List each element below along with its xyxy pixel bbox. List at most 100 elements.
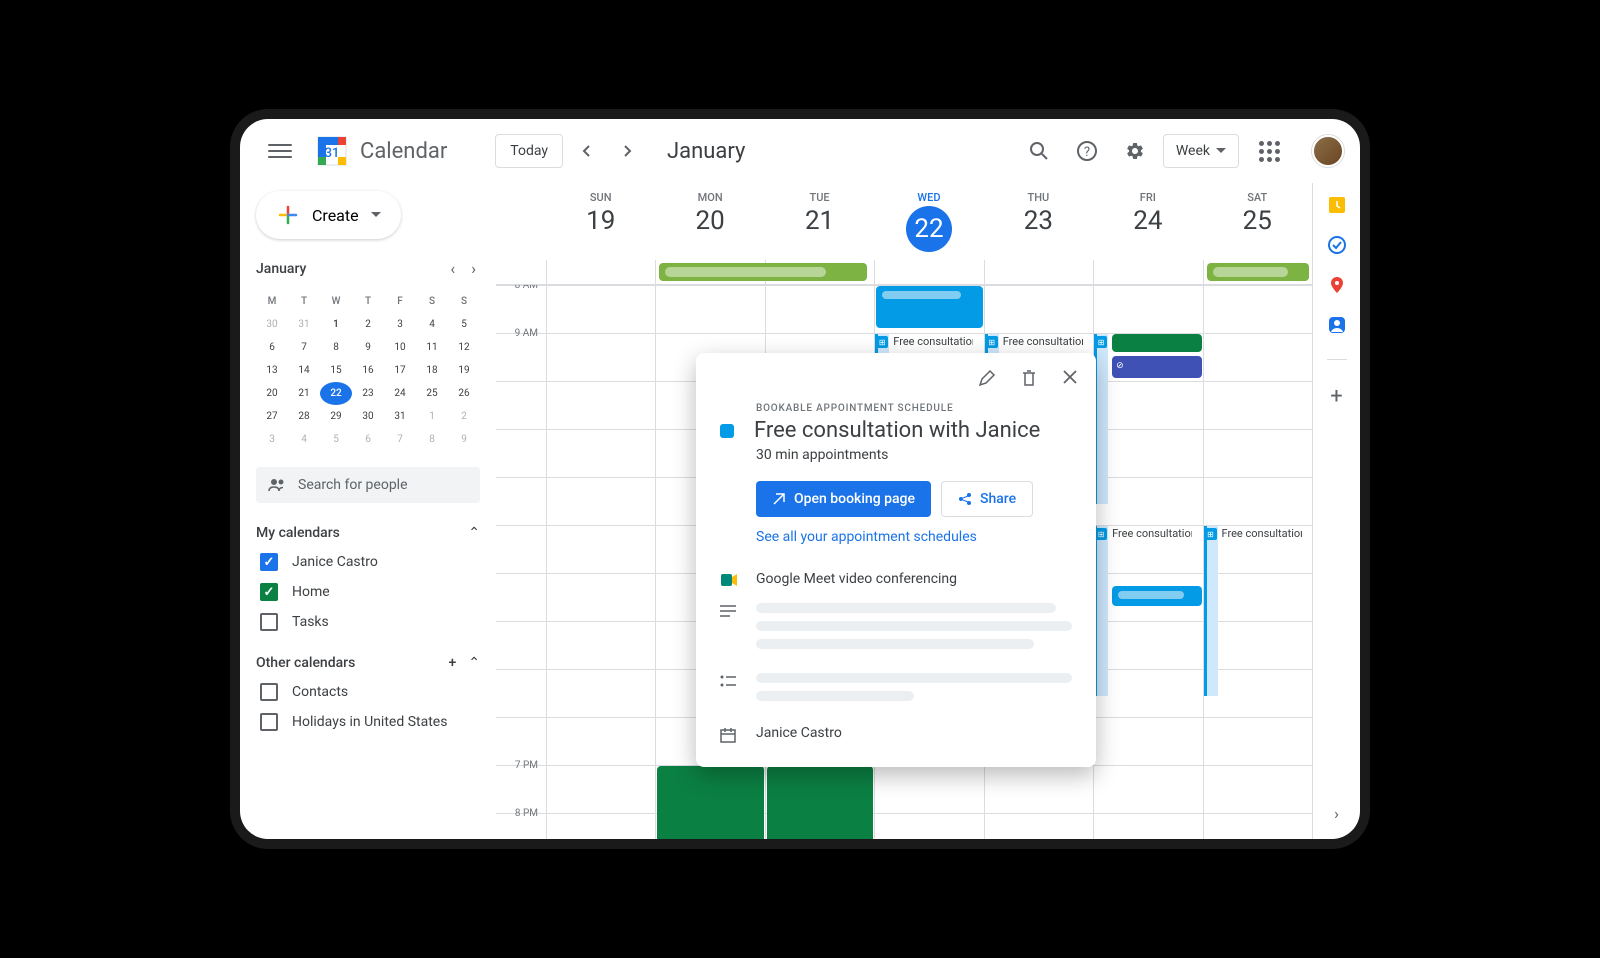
help-icon[interactable]: ? (1067, 131, 1107, 171)
mini-day[interactable]: 25 (416, 382, 448, 405)
mini-day[interactable]: 6 (352, 428, 384, 451)
share-button[interactable]: Share (941, 481, 1033, 517)
other-calendars-toggle[interactable]: Other calendars+⌃ (256, 649, 480, 677)
mini-day[interactable]: 1 (416, 405, 448, 428)
mini-day[interactable]: 5 (448, 313, 480, 336)
mini-day[interactable]: 31 (288, 313, 320, 336)
allday-event[interactable] (659, 263, 867, 281)
mini-day[interactable]: 12 (448, 336, 480, 359)
settings-icon[interactable] (1115, 131, 1155, 171)
mini-day[interactable]: 10 (384, 336, 416, 359)
mini-day[interactable]: 30 (352, 405, 384, 428)
day-header[interactable]: SAT25 (1203, 183, 1312, 260)
next-week-button[interactable] (611, 135, 643, 167)
add-calendar-icon[interactable]: + (448, 655, 456, 671)
user-avatar[interactable] (1312, 135, 1344, 167)
mini-day[interactable]: 16 (352, 359, 384, 382)
checkbox[interactable] (260, 583, 278, 601)
day-header[interactable]: TUE21 (765, 183, 874, 260)
mini-day[interactable]: 8 (320, 336, 352, 359)
today-button[interactable]: Today (495, 134, 563, 168)
see-all-schedules-link[interactable]: See all your appointment schedules (756, 529, 1072, 545)
prev-week-button[interactable] (571, 135, 603, 167)
mini-day[interactable]: 4 (288, 428, 320, 451)
calendar-event[interactable]: ⊘ (1112, 356, 1201, 378)
mini-day[interactable]: 15 (320, 359, 352, 382)
mini-day[interactable]: 8 (416, 428, 448, 451)
mini-day[interactable]: 4 (416, 313, 448, 336)
day-header[interactable]: FRI24 (1093, 183, 1202, 260)
mini-day[interactable]: 31 (384, 405, 416, 428)
calendar-item[interactable]: Contacts (256, 677, 480, 707)
chevron-up-icon: ⌃ (468, 655, 480, 671)
delete-icon[interactable] (1014, 363, 1044, 393)
calendar-item[interactable]: Janice Castro (256, 547, 480, 577)
day-headers: SUN19MON20TUE21WED22THU23FRI24SAT25 (496, 183, 1312, 260)
view-selector[interactable]: Week (1163, 134, 1239, 168)
calendar-item[interactable]: Holidays in United States (256, 707, 480, 737)
appointment-icon: ⊞ (876, 336, 888, 348)
mini-day[interactable]: 27 (256, 405, 288, 428)
checkbox[interactable] (260, 613, 278, 631)
mini-calendar[interactable]: MTWTFSS303112345678910111213141516171819… (256, 290, 480, 451)
checkbox[interactable] (260, 713, 278, 731)
mini-prev-icon[interactable]: ‹ (446, 255, 459, 282)
day-header[interactable]: THU23 (984, 183, 1093, 260)
create-button[interactable]: Create (256, 191, 401, 239)
mini-day[interactable]: 5 (320, 428, 352, 451)
mini-day[interactable]: 20 (256, 382, 288, 405)
checkbox[interactable] (260, 553, 278, 571)
mini-day[interactable]: 9 (448, 428, 480, 451)
calendar-item[interactable]: Tasks (256, 607, 480, 637)
mini-day[interactable]: 3 (256, 428, 288, 451)
open-booking-button[interactable]: Open booking page (756, 481, 931, 517)
mini-day[interactable]: 29 (320, 405, 352, 428)
mini-day[interactable]: 26 (448, 382, 480, 405)
day-header[interactable]: SUN19 (546, 183, 655, 260)
mini-day[interactable]: 23 (352, 382, 384, 405)
maps-icon[interactable] (1327, 275, 1347, 295)
checkbox[interactable] (260, 683, 278, 701)
add-addon-icon[interactable]: + (1330, 384, 1342, 409)
collapse-rail-icon[interactable]: › (1334, 804, 1339, 823)
day-header[interactable]: WED22 (874, 183, 983, 260)
mini-day[interactable]: 1 (320, 313, 352, 336)
search-icon[interactable] (1019, 131, 1059, 171)
mini-day[interactable]: 7 (288, 336, 320, 359)
day-header[interactable]: MON20 (655, 183, 764, 260)
calendar-event[interactable] (1112, 586, 1201, 606)
contacts-icon[interactable] (1327, 315, 1347, 335)
keep-icon[interactable] (1327, 195, 1347, 215)
mini-day[interactable]: 21 (288, 382, 320, 405)
mini-day[interactable]: 18 (416, 359, 448, 382)
calendar-event[interactable] (876, 286, 982, 328)
mini-day[interactable]: 13 (256, 359, 288, 382)
calendar-label: Contacts (292, 684, 348, 700)
search-people-input[interactable]: Search for people (256, 467, 480, 503)
my-calendars-toggle[interactable]: My calendars⌃ (256, 519, 480, 547)
mini-day[interactable]: 6 (256, 336, 288, 359)
calendar-item[interactable]: Home (256, 577, 480, 607)
close-icon[interactable] (1056, 363, 1084, 393)
mini-next-icon[interactable]: › (467, 255, 480, 282)
apps-icon[interactable] (1247, 129, 1292, 174)
tasks-icon[interactable] (1327, 235, 1347, 255)
mini-day[interactable]: 30 (256, 313, 288, 336)
mini-day[interactable]: 2 (448, 405, 480, 428)
mini-day[interactable]: 14 (288, 359, 320, 382)
mini-day[interactable]: 2 (352, 313, 384, 336)
mini-day[interactable]: 24 (384, 382, 416, 405)
mini-day[interactable]: 28 (288, 405, 320, 428)
allday-event[interactable] (1207, 263, 1309, 281)
calendar-event[interactable] (1112, 334, 1201, 352)
mini-day[interactable]: 9 (352, 336, 384, 359)
sidebar: Create January ‹ › MTWTFSS30311234567891… (240, 183, 496, 839)
mini-day[interactable]: 7 (384, 428, 416, 451)
mini-day[interactable]: 22 (320, 382, 352, 405)
menu-icon[interactable] (256, 127, 304, 175)
edit-icon[interactable] (972, 363, 1002, 393)
mini-day[interactable]: 19 (448, 359, 480, 382)
mini-day[interactable]: 11 (416, 336, 448, 359)
mini-day[interactable]: 3 (384, 313, 416, 336)
mini-day[interactable]: 17 (384, 359, 416, 382)
